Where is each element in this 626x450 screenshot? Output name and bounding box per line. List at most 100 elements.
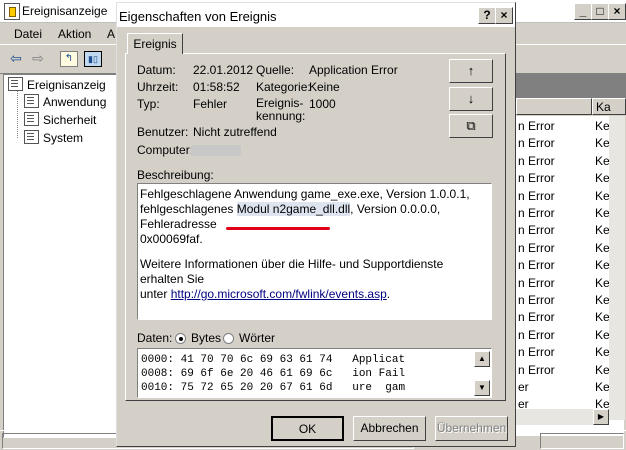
status-pane-2 [540,433,624,449]
event-list-horizontal-scrollbar[interactable]: ▶ [516,409,609,425]
event-row-category[interactable]: Ke [595,327,610,344]
scroll-right-icon[interactable]: ▶ [593,409,609,425]
cancel-button[interactable]: Abbrechen [353,416,426,441]
column-header-category[interactable]: Ka [592,98,626,115]
log-icon [24,112,39,126]
log-icon [24,130,39,144]
kennung-value: 1000 [309,97,336,111]
event-viewer-icon [8,77,23,91]
hex-line: 0000: 41 70 70 6c 69 63 61 74 Applicat [141,354,406,366]
quelle-value: Application Error [309,63,398,77]
hex-scroll-down-icon[interactable]: ▼ [474,380,490,396]
dialog-close-button[interactable]: × [495,7,513,24]
red-annotation-underline [226,227,330,230]
quelle-label: Quelle: [256,63,295,77]
bytes-radio[interactable] [175,333,186,344]
event-list-column-headers: Ka [516,98,626,116]
event-row-source[interactable]: n Error [518,205,555,222]
dialog-title: Eigenschaften von Ereignis [119,9,277,24]
event-row-source[interactable]: er [518,379,529,396]
benutzer-value: Nicht zutreffend [193,125,277,139]
event-row-source[interactable]: n Error [518,344,555,361]
event-row-category[interactable]: Ke [595,257,610,274]
description-line: 0x00069faf. [140,232,203,246]
event-row-category[interactable]: Ke [595,275,610,292]
event-row-category[interactable]: Ke [595,292,610,309]
event-row-category[interactable]: Ke [595,153,610,170]
event-row-category[interactable]: Ke [595,362,610,379]
event-row-source[interactable]: n Error [518,309,555,326]
hex-line: 0010: 75 72 65 20 20 67 61 6d ure gam [141,382,406,394]
tree-item-anwendung[interactable]: Anwendung [24,94,106,111]
maximize-button[interactable]: □ [591,3,609,20]
event-row-category[interactable]: Ke [595,240,610,257]
next-event-button[interactable]: ↓ [449,87,493,111]
up-folder-icon[interactable]: ↰ [60,51,78,67]
event-row-category[interactable]: Ke [595,118,610,135]
event-viewer-app-icon [4,3,20,20]
forward-arrow-icon[interactable]: ⇨ [28,49,48,67]
apply-button[interactable]: Übernehmen [435,416,508,441]
close-button[interactable]: × [608,3,626,20]
event-row-source[interactable]: n Error [518,327,555,344]
event-row-source[interactable]: n Error [518,188,555,205]
tree-root[interactable]: Ereignisanzeig [8,77,106,94]
tree-item-sicherheit[interactable]: Sicherheit [24,112,96,129]
tab-ereignis[interactable]: Ereignis [127,33,183,54]
event-row-source[interactable]: n Error [518,118,555,135]
support-link[interactable]: http://go.microsoft.com/fwlink/events.as… [171,287,387,301]
show-tree-icon[interactable]: ▮▯ [84,51,102,67]
event-row-source[interactable]: n Error [518,257,555,274]
event-row-category[interactable]: Ke [595,188,610,205]
datum-label: Datum: [137,63,176,77]
daten-label: Daten: [137,331,173,345]
previous-event-button[interactable]: ↑ [449,59,493,83]
computer-label: Computer: [137,143,194,157]
menu-ansicht[interactable]: A [107,27,115,41]
event-row-category[interactable]: Ke [595,170,610,187]
typ-label: Typ: [137,97,160,111]
kategorie-value: Keine [309,80,340,94]
words-radio[interactable] [223,333,234,344]
copy-button[interactable]: ⧉ [449,114,493,138]
help-button[interactable]: ? [478,7,496,24]
tree-item-system[interactable]: System [24,130,83,147]
event-row-source[interactable]: n Error [518,275,555,292]
description-line: Weitere Informationen über die Hilfe- un… [140,257,444,286]
kennung-label: Ereignis- kennung: [256,96,306,123]
event-row-category[interactable]: Ke [595,309,610,326]
console-tree: Ereignisanzeig Anwendung Sicherheit Syst… [3,74,117,438]
event-properties-dialog: Eigenschaften von Ereignis ? × Ereignis … [116,2,516,447]
event-row-source[interactable]: n Error [518,153,555,170]
tree-connector [17,90,18,138]
uhrzeit-value: 01:58:52 [193,80,240,94]
event-row-source[interactable]: n Error [518,362,555,379]
ok-button[interactable]: OK [271,416,344,441]
event-row-source[interactable]: n Error [518,292,555,309]
event-row-category[interactable]: Ke [595,135,610,152]
event-row-source[interactable]: n Error [518,240,555,257]
dialog-titlebar: Eigenschaften von Ereignis ? × [117,3,515,27]
minimize-button[interactable]: _ [574,3,592,20]
event-viewer-title: Ereignisanzeige [22,4,108,18]
data-hex-view[interactable]: 0000: 41 70 70 6c 69 63 61 74 Applicat 0… [137,348,492,398]
description-textbox[interactable]: Fehlgeschlagene Anwendung game_exe.exe, … [137,183,492,320]
highlighted-module: Modul n2game_dll.dll [236,202,351,216]
hex-scroll-up-icon[interactable]: ▲ [474,351,490,367]
event-row-category[interactable]: Ke [595,344,610,361]
event-list-vertical-scrollbar[interactable] [609,116,625,420]
uhrzeit-label: Uhrzeit: [137,80,179,94]
event-row-source[interactable]: n Error [518,222,555,239]
column-header-source[interactable] [516,98,592,115]
description-line: unter http://go.microsoft.com/fwlink/eve… [140,287,391,301]
benutzer-label: Benutzer: [137,125,189,139]
event-row-source[interactable]: n Error [518,170,555,187]
words-label: Wörter [239,331,275,345]
menu-datei[interactable]: Datei [14,27,42,41]
event-row-category[interactable]: Ke [595,379,610,396]
event-row-source[interactable]: n Error [518,135,555,152]
event-row-category[interactable]: Ke [595,205,610,222]
back-arrow-icon[interactable]: ⇦ [6,49,26,67]
event-row-category[interactable]: Ke [595,222,610,239]
menu-aktion[interactable]: Aktion [58,27,91,41]
